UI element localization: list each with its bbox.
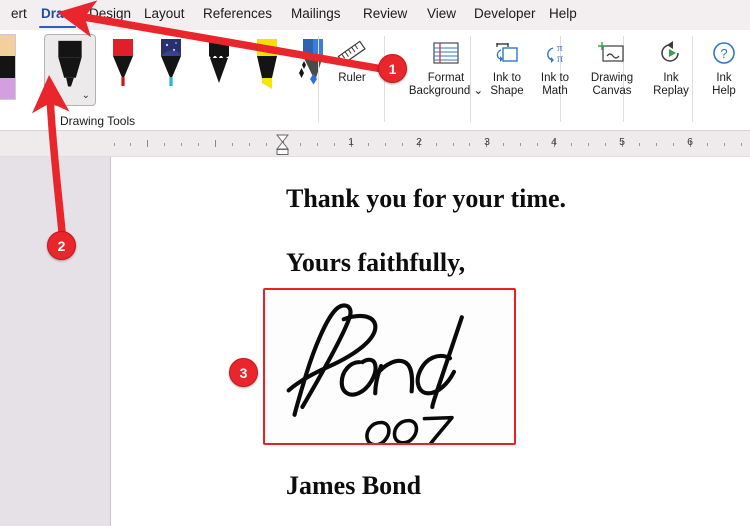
ruler-tick bbox=[402, 143, 403, 146]
ribbon-tab-strip: ert Draw Design Layout References Mailings Rev… bbox=[0, 0, 750, 30]
horizontal-ruler[interactable]: 1 2 3 4 5 6 bbox=[0, 131, 750, 157]
chevron-down-icon[interactable]: ⌄ bbox=[82, 91, 90, 101]
ruler-tick bbox=[198, 143, 199, 146]
ink-to-math-icon: ππ bbox=[540, 34, 570, 68]
ink-to-math-button[interactable]: π π Ink to Math bbox=[529, 34, 581, 98]
drawing-canvas-label: Drawing Canvas bbox=[590, 72, 634, 97]
ruler-number: 4 bbox=[551, 136, 557, 148]
ribbon-tab-help[interactable]: Help bbox=[538, 1, 588, 29]
signature-ink-image[interactable] bbox=[263, 288, 516, 445]
ruler-number: 5 bbox=[619, 136, 625, 148]
ink-to-shape-label: Ink to Shape bbox=[490, 72, 524, 97]
ink-color-chips[interactable] bbox=[0, 34, 16, 100]
line-james-bond: James Bond bbox=[286, 471, 422, 500]
ruler-tick bbox=[368, 143, 369, 146]
ruler-tick bbox=[232, 143, 233, 146]
pen-galaxy[interactable] bbox=[148, 32, 194, 106]
ribbon-tab-references[interactable]: References bbox=[192, 1, 283, 29]
ink-to-math-label: Ink to Math bbox=[540, 72, 570, 97]
ink-color-chip-0[interactable] bbox=[0, 35, 15, 57]
ink-help-button[interactable]: ? Ink Help bbox=[700, 34, 748, 98]
selected-pen-black[interactable]: ⌄ bbox=[44, 34, 96, 106]
ink-color-chip-1[interactable] bbox=[0, 56, 15, 78]
ink-to-shape-icon bbox=[492, 34, 522, 68]
line-thank-you: Thank you for your time. bbox=[286, 184, 567, 213]
ruler-tick bbox=[673, 143, 674, 146]
ink-replay-button[interactable]: Ink Replay bbox=[645, 34, 697, 98]
ribbon-tab-layout[interactable]: Layout bbox=[133, 1, 196, 29]
ink-help-label: Ink Help bbox=[712, 72, 736, 97]
ruler-number: 2 bbox=[416, 136, 422, 148]
drawing-tools-label: Drawing Tools bbox=[60, 114, 136, 128]
ribbon-tab-mailings[interactable]: Mailings bbox=[280, 1, 352, 29]
format-background-button[interactable]: Format Background ⌄ bbox=[398, 34, 494, 98]
ribbon-draw: ⌄ Drawing Tools Ruler Format Background … bbox=[0, 30, 750, 152]
pencil-graphite[interactable] bbox=[196, 32, 242, 106]
ribbon-tab-draw[interactable]: Draw bbox=[30, 1, 85, 29]
ruler-label: Ruler bbox=[338, 72, 366, 84]
ruler-tick bbox=[741, 143, 742, 146]
line-yours-faithfully: Yours faithfully, bbox=[286, 248, 466, 277]
ribbon-tab-review[interactable]: Review bbox=[352, 1, 418, 29]
ruler-tick bbox=[147, 140, 148, 147]
ruler-tick bbox=[164, 143, 165, 146]
document-canvas: Thank you for your time. Yours faithfully… bbox=[0, 157, 750, 526]
ruler-tick bbox=[656, 143, 657, 146]
signature-strokes bbox=[286, 303, 464, 443]
ruler-tick bbox=[520, 143, 521, 146]
ink-replay-label: Ink Replay bbox=[653, 72, 689, 97]
ruler-tick bbox=[181, 143, 182, 146]
drawing-canvas-icon bbox=[597, 34, 627, 68]
ruler-tick bbox=[249, 143, 250, 146]
ruler-number: 3 bbox=[484, 136, 490, 148]
svg-text:π: π bbox=[557, 51, 563, 65]
ruler-tick bbox=[334, 143, 335, 146]
ruler-number: 6 bbox=[687, 136, 693, 148]
ink-color-chip-2[interactable] bbox=[0, 77, 15, 99]
ruler-tick bbox=[605, 143, 606, 146]
format-background-label: Format Background ⌄ bbox=[408, 72, 484, 97]
ruler-indent-marker[interactable] bbox=[275, 133, 290, 155]
ruler-tick bbox=[639, 143, 640, 146]
document-page[interactable]: Thank you for your time. Yours faithfully… bbox=[110, 157, 750, 526]
ink-help-icon: ? bbox=[709, 34, 739, 68]
ruler-tick bbox=[469, 143, 470, 146]
ruler-tick bbox=[385, 143, 386, 146]
pen-red[interactable] bbox=[100, 32, 146, 106]
ruler-tick bbox=[537, 143, 538, 146]
ruler-tick bbox=[453, 143, 454, 146]
ruler-tick bbox=[436, 143, 437, 146]
ruler-tick bbox=[588, 143, 589, 146]
ruler-tick bbox=[114, 143, 115, 146]
ink-to-shape-button[interactable]: Ink to Shape bbox=[481, 34, 533, 98]
ruler-button[interactable]: Ruler bbox=[330, 34, 374, 85]
ruler-tick bbox=[571, 143, 572, 146]
format-background-icon bbox=[431, 34, 461, 68]
ruler-tick bbox=[215, 140, 216, 147]
ribbon-tab-developer[interactable]: Developer bbox=[463, 1, 547, 29]
ruler-tick bbox=[317, 143, 318, 146]
ribbon-tab-view[interactable]: View bbox=[416, 1, 467, 29]
ruler-tick bbox=[266, 143, 267, 146]
ruler-tick bbox=[300, 143, 301, 146]
ruler-icon bbox=[337, 34, 367, 68]
svg-text:?: ? bbox=[720, 46, 727, 61]
drawing-canvas-button[interactable]: Drawing Canvas bbox=[581, 34, 643, 98]
ruler-tick bbox=[503, 143, 504, 146]
ruler-tick bbox=[707, 143, 708, 146]
word-draw-tab-screenshot: ert Draw Design Layout References Mailings Rev… bbox=[0, 0, 750, 526]
ruler-number: 1 bbox=[348, 136, 354, 148]
ribbon-group-separator-0 bbox=[318, 36, 319, 122]
highlighter-yellow[interactable] bbox=[244, 32, 290, 106]
ruler-tick bbox=[130, 143, 131, 146]
ink-replay-icon bbox=[656, 34, 686, 68]
ruler-tick bbox=[724, 143, 725, 146]
ribbon-group-separator-1 bbox=[384, 36, 385, 122]
